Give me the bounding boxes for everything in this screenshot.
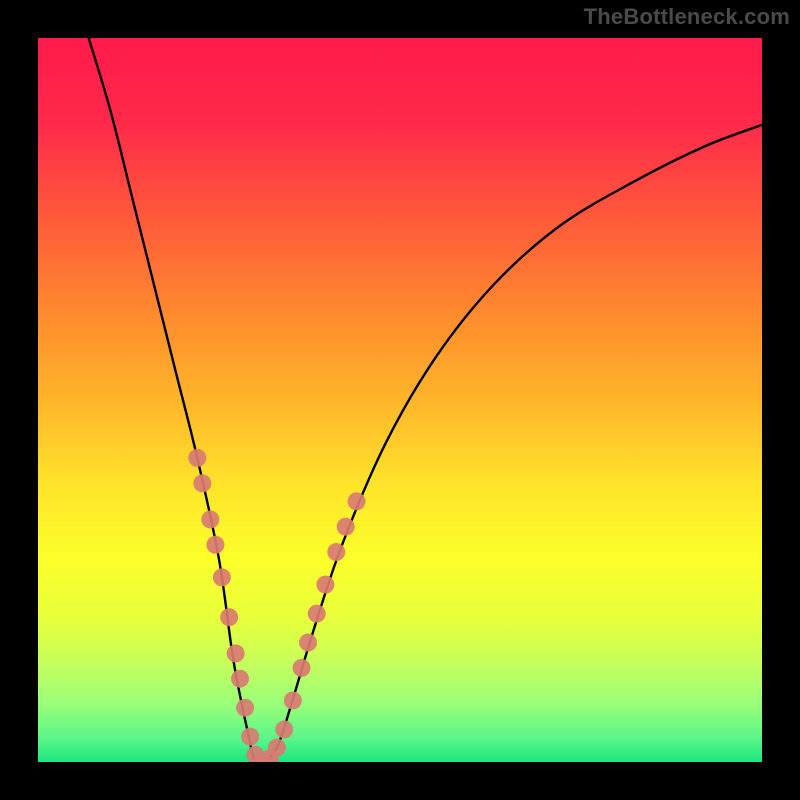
data-point-marker xyxy=(213,568,231,586)
data-point-marker xyxy=(188,449,206,467)
data-point-marker xyxy=(299,634,317,652)
data-point-marker xyxy=(268,739,286,757)
data-point-marker xyxy=(227,644,245,662)
watermark-label: TheBottleneck.com xyxy=(584,4,790,30)
plot-area xyxy=(38,38,762,762)
bottleneck-curve xyxy=(89,38,762,762)
data-point-marker xyxy=(193,474,211,492)
data-point-marker xyxy=(220,608,238,626)
data-point-marker xyxy=(348,492,366,510)
data-point-marker xyxy=(337,518,355,536)
data-point-marker xyxy=(293,659,311,677)
data-point-marker xyxy=(201,510,219,528)
data-point-marker xyxy=(316,576,334,594)
data-point-markers xyxy=(188,449,365,762)
data-point-marker xyxy=(275,720,293,738)
data-point-marker xyxy=(236,699,254,717)
data-point-marker xyxy=(231,670,249,688)
data-point-marker xyxy=(241,728,259,746)
chart-container: TheBottleneck.com xyxy=(0,0,800,800)
data-point-marker xyxy=(284,691,302,709)
data-point-marker xyxy=(206,536,224,554)
data-point-marker xyxy=(308,605,326,623)
data-point-marker xyxy=(327,543,345,561)
chart-svg xyxy=(38,38,762,762)
